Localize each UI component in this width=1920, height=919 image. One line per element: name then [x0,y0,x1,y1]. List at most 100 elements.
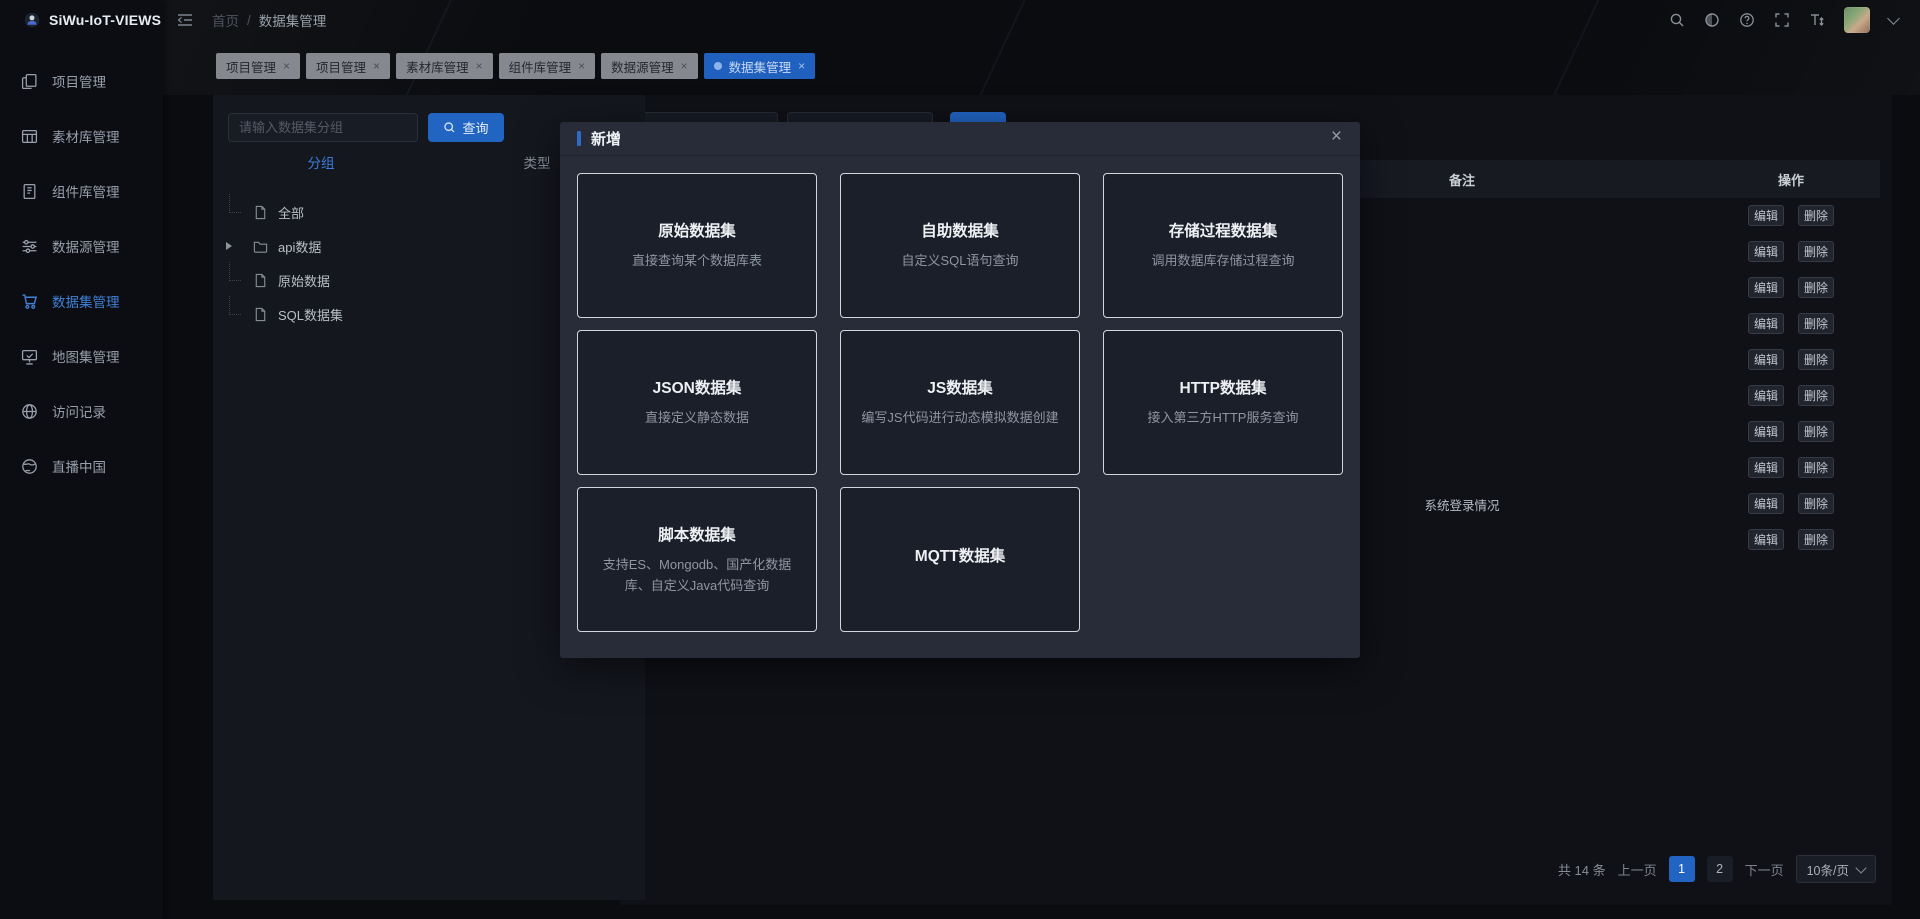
pagination-prev[interactable]: 上一页 [1618,860,1657,879]
tab-label: 项目管理 [226,60,277,75]
page-tab[interactable]: 数据源管理 × [601,53,698,79]
sidebar-item-dataset[interactable]: 数据集管理 [0,281,163,321]
card-title: HTTP数据集 [1179,380,1267,398]
tab-close-icon[interactable]: × [798,60,805,72]
search-icon[interactable] [1669,12,1685,28]
edit-button[interactable]: 编辑 [1748,457,1784,478]
expand-caret-icon[interactable] [226,242,232,250]
edit-button[interactable]: 编辑 [1748,241,1784,262]
delete-button[interactable]: 删除 [1798,205,1834,226]
tab-close-icon[interactable]: × [681,60,688,72]
sidebar-item-material[interactable]: 素材库管理 [0,116,163,156]
dataset-type-card[interactable]: 脚本数据集 支持ES、Mongodb、国产化数据库、自定义Java代码查询 [577,487,817,632]
group-search-button[interactable]: 查询 [428,113,504,142]
dataset-type-card[interactable]: 原始数据集 直接查询某个数据库表 [577,173,817,318]
page-tab[interactable]: 项目管理 × [216,53,301,79]
delete-button[interactable]: 删除 [1798,277,1834,298]
tab-group[interactable]: 分组 [213,152,429,176]
page-tab[interactable]: 素材库管理 × [396,53,493,79]
globe-icon [22,458,37,474]
delete-button[interactable]: 删除 [1798,349,1834,370]
collapse-menu-icon[interactable] [176,11,194,29]
breadcrumb-separator: / [247,12,251,28]
sidebar-item-label: 数据集管理 [52,295,120,310]
delete-button[interactable]: 删除 [1798,493,1834,514]
dataset-type-card[interactable]: 存储过程数据集 调用数据库存储过程查询 [1103,173,1343,318]
document-icon [255,273,266,287]
dataset-type-card[interactable]: MQTT数据集 [840,487,1080,632]
help-icon[interactable] [1739,12,1755,28]
search-icon [444,122,455,133]
dataset-type-card[interactable]: JS数据集 编写JS代码进行动态模拟数据创建 [840,330,1080,475]
tab-close-icon[interactable]: × [578,60,585,72]
folder-icon [253,241,268,253]
fullscreen-icon[interactable] [1774,12,1790,28]
delete-button[interactable]: 删除 [1798,457,1834,478]
dataset-type-card[interactable]: 自助数据集 自定义SQL语句查询 [840,173,1080,318]
column-header-remark: 备注 [1448,172,1475,188]
card-title: JS数据集 [927,380,993,398]
delete-button[interactable]: 删除 [1798,529,1834,550]
pagination-next[interactable]: 下一页 [1745,860,1784,879]
tab-close-icon[interactable]: × [283,60,290,72]
tree-connector [229,262,241,281]
sidebar-item-access-log[interactable]: 访问记录 [0,391,163,431]
edit-button[interactable]: 编辑 [1748,349,1784,370]
edit-button[interactable]: 编辑 [1748,493,1784,514]
title-accent-bar [577,131,581,146]
sidebar-item-mapset[interactable]: 地图集管理 [0,336,163,376]
page-tab-active[interactable]: 数据集管理 × [703,53,816,79]
user-menu-caret-icon[interactable] [1887,12,1900,25]
close-icon[interactable]: × [1331,127,1342,146]
sliders-icon [22,239,37,253]
breadcrumb-home[interactable]: 首页 [212,10,239,30]
page-tab[interactable]: 组件库管理 × [498,53,596,79]
edit-button[interactable]: 编辑 [1748,313,1784,334]
edit-button[interactable]: 编辑 [1748,205,1784,226]
sidebar-item-label: 组件库管理 [52,185,120,200]
pagination-page-2[interactable]: 2 [1706,856,1733,882]
column-header-actions: 操作 [1777,172,1804,188]
user-avatar[interactable] [1844,7,1870,33]
tab-close-icon[interactable]: × [476,60,483,72]
page-size-value: 10条/页 [1806,863,1849,878]
edit-button[interactable]: 编辑 [1748,385,1784,406]
page-tab[interactable]: 项目管理 × [306,53,391,79]
font-size-icon[interactable] [1809,12,1825,28]
card-title: 脚本数据集 [658,527,736,545]
cell-remark: 系统登录情况 [1424,498,1500,513]
page-tabbar: 项目管理 × 项目管理 × 素材库管理 × 组件库管理 × 数据源管理 × 数据集管理 × [216,53,816,79]
cell-remark [1382,450,1542,486]
delete-button[interactable]: 删除 [1798,241,1834,262]
tab-label: 素材库管理 [406,60,469,75]
tab-close-icon[interactable]: × [373,60,380,72]
theme-icon[interactable] [1704,12,1720,28]
card-title: 原始数据集 [658,223,736,241]
delete-button[interactable]: 删除 [1798,385,1834,406]
edit-button[interactable]: 编辑 [1748,529,1784,550]
card-description: 直接定义静态数据 [644,410,749,426]
sidebar-item-datasource[interactable]: 数据源管理 [0,226,163,266]
pagination-page-1[interactable]: 1 [1668,856,1695,882]
page-size-select[interactable]: 10条/页 [1795,855,1876,883]
delete-button[interactable]: 删除 [1798,421,1834,442]
edit-button[interactable]: 编辑 [1748,421,1784,442]
edit-button[interactable]: 编辑 [1748,277,1784,298]
card-title: 自助数据集 [921,223,999,241]
sidebar-item-component[interactable]: 组件库管理 [0,171,163,211]
delete-button[interactable]: 删除 [1798,313,1834,334]
presentation-board-icon [21,349,38,365]
dataset-type-card[interactable]: JSON数据集 直接定义静态数据 [577,330,817,475]
group-search-input[interactable] [228,113,418,142]
copy-icon [21,73,37,89]
document-icon [255,307,266,321]
tree-item-label: SQL数据集 [278,307,344,323]
dataset-type-card[interactable]: HTTP数据集 接入第三方HTTP服务查询 [1103,330,1343,475]
sidebar-item-project[interactable]: 项目管理 [0,61,163,101]
card-description: 直接查询某个数据库表 [631,253,762,269]
sidebar-item-label: 访问记录 [52,405,106,420]
card-title: JSON数据集 [652,380,742,398]
card-title: 存储过程数据集 [1168,223,1278,241]
sidebar-item-live-china[interactable]: 直播中国 [0,446,163,486]
tree-item-label: 原始数据 [278,273,331,289]
